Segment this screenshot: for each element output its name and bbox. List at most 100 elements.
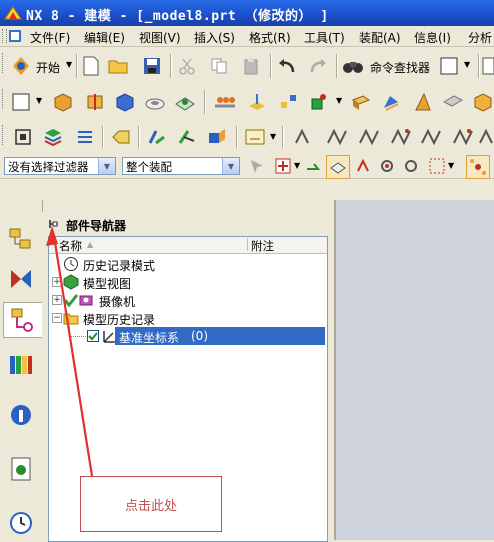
tree-row-datum-csys[interactable]: 基准坐标系 (0) <box>49 327 327 345</box>
pattern-icon[interactable] <box>214 91 236 113</box>
selection-dropdown-icon[interactable]: ▼ <box>464 60 470 69</box>
snap-dropdown-icon[interactable]: ▼ <box>294 161 300 170</box>
menu-format[interactable]: 格式(R) <box>249 29 291 46</box>
paste-icon[interactable] <box>240 55 262 77</box>
abc-dropdown-icon[interactable]: ▼ <box>270 132 276 141</box>
layer-settings-icon[interactable] <box>74 126 96 148</box>
datum-csys-icon[interactable] <box>308 91 330 113</box>
reuse-library-tab[interactable] <box>4 348 38 382</box>
overflow-icon[interactable] <box>482 55 494 77</box>
wcs-origin-icon[interactable] <box>146 126 168 148</box>
block-icon[interactable] <box>114 91 136 113</box>
wcs-dynamic-icon[interactable] <box>206 126 228 148</box>
tree-row-history-mode[interactable]: 历史记录模式 <box>49 255 327 273</box>
menu-insert[interactable]: 插入(S) <box>194 29 235 46</box>
layers-icon[interactable] <box>42 126 64 148</box>
extrude-icon[interactable] <box>52 91 74 113</box>
snap-end-icon[interactable] <box>352 155 374 177</box>
tree-row-model-views[interactable]: + 模型视图 <box>49 273 327 291</box>
column-divider[interactable] <box>247 238 248 251</box>
undo-icon[interactable] <box>276 55 298 77</box>
shell-icon[interactable] <box>442 91 464 113</box>
curve-tool-2-icon[interactable] <box>326 126 348 148</box>
fit-view-icon[interactable] <box>12 126 34 148</box>
part-navigator-tab[interactable] <box>3 302 42 338</box>
toolbar-grip[interactable] <box>2 53 6 73</box>
history-tab[interactable] <box>4 452 38 486</box>
tree-row-model-history[interactable]: − 模型历史记录 <box>49 309 327 327</box>
column-notes-header[interactable]: 附注 <box>251 238 274 254</box>
constraint-navigator-tab[interactable] <box>4 262 38 296</box>
box-select-dropdown-icon[interactable]: ▼ <box>448 161 454 170</box>
menu-assembly[interactable]: 装配(A) <box>359 29 401 46</box>
select-type-icon[interactable] <box>246 155 268 177</box>
menu-grip[interactable] <box>2 29 7 43</box>
chevron-down-icon[interactable]: ▼ <box>98 158 115 174</box>
selection-scope-combo[interactable]: 整个装配 ▼ <box>122 157 240 175</box>
curve-tool-6-icon[interactable] <box>452 126 474 148</box>
pin-icon[interactable] <box>48 218 60 230</box>
menu-view[interactable]: 视图(V) <box>139 29 181 46</box>
datum-point-icon[interactable] <box>278 91 300 113</box>
selection-filter-combo[interactable]: 没有选择过滤器 ▼ <box>4 157 116 175</box>
snap-center-icon[interactable] <box>400 155 422 177</box>
arrow-icon[interactable] <box>302 155 324 177</box>
sketch-icon[interactable] <box>10 91 32 113</box>
resource-bar <box>0 200 43 540</box>
toolbar-grip[interactable] <box>2 125 6 145</box>
new-file-icon[interactable] <box>80 55 102 77</box>
curve-tool-5-icon[interactable] <box>420 126 442 148</box>
system-materials-tab[interactable] <box>4 506 38 540</box>
column-name-header[interactable]: 名称 <box>59 238 82 254</box>
wcs-rotate-icon[interactable] <box>176 126 198 148</box>
box-select-icon[interactable] <box>426 155 448 177</box>
datum-plane-icon[interactable] <box>246 91 268 113</box>
tag-icon[interactable] <box>110 126 132 148</box>
menu-edit[interactable]: 编辑(E) <box>84 29 125 46</box>
trim-body-icon[interactable] <box>472 91 494 113</box>
revolve-icon[interactable] <box>84 91 106 113</box>
collapse-icon[interactable]: − <box>52 313 62 323</box>
cut-icon[interactable] <box>176 55 198 77</box>
chevron-down-icon[interactable]: ▼ <box>222 158 239 174</box>
selection-box-icon[interactable] <box>438 55 460 77</box>
menu-tools[interactable]: 工具(T) <box>304 29 345 46</box>
snap-point-icon[interactable] <box>272 155 294 177</box>
expand-icon[interactable]: + <box>52 277 62 287</box>
curve-tool-7-icon[interactable] <box>478 126 494 148</box>
save-icon[interactable] <box>141 55 163 77</box>
curve-tool-4-icon[interactable] <box>390 126 412 148</box>
web-browser-tab[interactable] <box>4 398 38 432</box>
csys-dropdown-icon[interactable]: ▼ <box>336 96 342 105</box>
assembly-navigator-tab[interactable] <box>4 222 38 256</box>
sketch-dropdown-icon[interactable]: ▼ <box>36 96 42 105</box>
toolbar-separator <box>282 126 284 148</box>
snap-points-toggle-icon[interactable] <box>466 155 490 179</box>
start-button[interactable]: 开始 <box>36 59 60 76</box>
menu-info[interactable]: 信息(I) <box>414 29 451 46</box>
checkbox-checked-icon[interactable] <box>87 330 99 342</box>
curve-tool-3-icon[interactable] <box>358 126 380 148</box>
abc-display-icon[interactable] <box>244 126 266 148</box>
toolbar-grip[interactable] <box>2 89 6 109</box>
hole-icon[interactable] <box>144 91 166 113</box>
tree-row-cameras[interactable]: + 摄像机 <box>49 291 327 309</box>
menu-file[interactable]: 文件(F) <box>30 29 70 46</box>
graphics-viewport[interactable] <box>334 200 494 540</box>
boss-icon[interactable] <box>174 91 196 113</box>
app-menu-icon[interactable] <box>8 29 22 43</box>
offset-face-icon[interactable] <box>380 91 402 113</box>
redo-icon[interactable] <box>307 55 329 77</box>
copy-icon[interactable] <box>208 55 230 77</box>
expand-icon[interactable]: + <box>52 295 62 305</box>
select-all-icon[interactable] <box>326 155 350 179</box>
open-folder-icon[interactable] <box>108 55 130 77</box>
thicken-icon[interactable] <box>350 91 372 113</box>
command-finder-button[interactable]: 命令查找器 <box>370 59 430 76</box>
start-dropdown-icon[interactable]: ▼ <box>66 60 72 69</box>
menu-analysis[interactable]: 分析 <box>468 29 492 46</box>
draft-icon[interactable] <box>412 91 434 113</box>
curve-tool-1-icon[interactable] <box>294 126 316 148</box>
snap-mid-icon[interactable] <box>376 155 398 177</box>
sort-ascending-icon[interactable]: ▲ <box>87 240 93 249</box>
